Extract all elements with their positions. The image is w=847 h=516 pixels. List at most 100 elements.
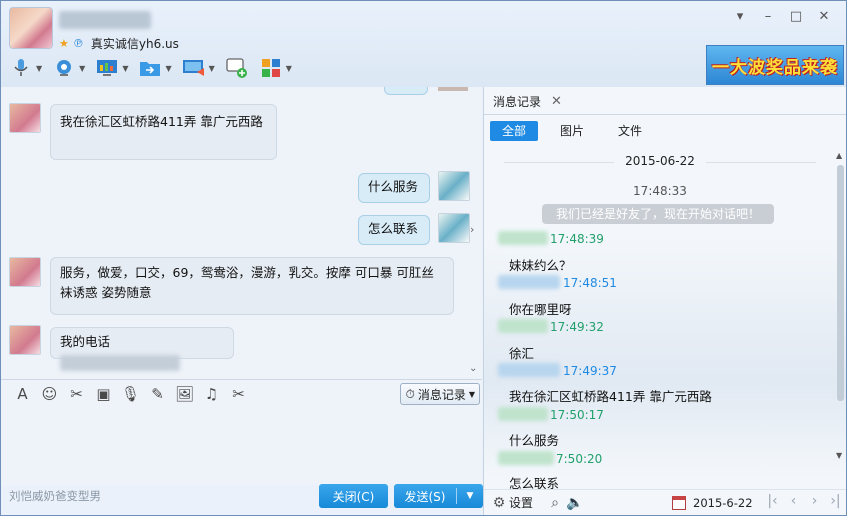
- chat-add-icon: [225, 57, 249, 79]
- chevron-down-icon[interactable]: ▼: [122, 64, 128, 73]
- clock-icon: ⏱: [405, 386, 415, 401]
- message-history-button[interactable]: ⏱ 消息记录 ▼: [400, 383, 480, 405]
- share-screen-button[interactable]: ▼: [182, 55, 215, 81]
- scroll-up-icon[interactable]: ▲: [836, 151, 842, 160]
- chevron-down-icon[interactable]: ▼: [165, 64, 171, 73]
- scroll-down-icon[interactable]: ⌄: [469, 363, 477, 374]
- entry-text: 妹妹约么？: [509, 258, 572, 273]
- entry-time: 17:48:39: [550, 232, 604, 246]
- gear-icon[interactable]: ⚙: [489, 495, 509, 511]
- dropdown-icon[interactable]: ▾: [726, 9, 754, 24]
- message-input[interactable]: [1, 407, 482, 485]
- entry-text: 徐汇: [509, 346, 535, 361]
- voice-call-button[interactable]: ▼: [9, 55, 42, 81]
- previous-avatar-partial: [438, 87, 468, 91]
- contact-info-row: ★ ℗ 真实诚信yh6.us: [59, 35, 179, 52]
- remote-assist-button[interactable]: ▼: [95, 55, 128, 81]
- chevron-down-icon: ▼: [468, 389, 475, 399]
- magic-icon[interactable]: ✂: [63, 385, 90, 403]
- send-button[interactable]: 发送(S) ▼: [394, 484, 483, 508]
- close-window-button[interactable]: ✕: [810, 9, 838, 24]
- sender-name-blurred: [498, 451, 554, 465]
- my-avatar[interactable]: [438, 171, 470, 201]
- message-text: 什么服务: [368, 179, 419, 194]
- emoji-icon[interactable]: ☺: [36, 385, 63, 403]
- input-toolbar: A ☺ ✂ ▣ 🎙 ✎ 🖼 ♫ ✂ ⏱ 消息记录 ▼: [1, 379, 482, 407]
- message-text: 我在徐汇区虹桥路411弄 靠广元西路: [60, 114, 263, 129]
- chevron-down-icon[interactable]: ▼: [79, 64, 85, 73]
- speaker-icon[interactable]: 🔈: [565, 495, 585, 511]
- microphone-icon: [9, 57, 33, 79]
- app-grid-icon: [259, 57, 283, 79]
- my-avatar[interactable]: [438, 213, 470, 243]
- message-area[interactable]: 我在徐汇区虹桥路411弄 靠广元西路 什么服务 怎么联系 › 服务，做爱，口交，…: [1, 87, 482, 379]
- entry-text: 你在哪里呀: [509, 302, 572, 317]
- settings-link[interactable]: 设置: [509, 494, 533, 511]
- prev-page-icon[interactable]: ‹: [783, 493, 804, 509]
- message-bubble-left: 我的电话: [50, 327, 234, 371]
- history-scrollbar[interactable]: ▲ ▼: [835, 151, 845, 463]
- message-bubble-left: 服务，做爱，口交，69，鸳鸯浴，漫游，乳交。按摩 可口暴 可肛丝袜诱惑 姿势随意: [50, 257, 454, 315]
- entry-text: 什么服务: [509, 433, 560, 448]
- send-button-label: 发送(S): [404, 489, 446, 504]
- filter-all[interactable]: 全部: [490, 121, 538, 141]
- doodle-icon[interactable]: ✎: [144, 385, 171, 403]
- font-icon[interactable]: A: [9, 385, 36, 403]
- music-icon[interactable]: ♫: [198, 385, 225, 403]
- system-time: 17:48:33: [633, 184, 687, 198]
- voice-message-icon[interactable]: 🎙: [117, 385, 144, 403]
- message-text: 我的电话: [60, 334, 111, 349]
- first-page-icon[interactable]: |‹: [762, 493, 783, 509]
- history-pager: |‹ ‹ › ›|: [762, 493, 846, 509]
- scroll-down-icon[interactable]: ▼: [836, 451, 842, 460]
- folder-arrow-icon: [138, 57, 162, 79]
- apps-button[interactable]: ▼: [259, 55, 292, 81]
- chevron-down-icon[interactable]: ▼: [286, 64, 292, 73]
- chat-window: ★ ℗ 真实诚信yh6.us ▾ – □ ✕ ▼ ▼ ▼ ▼ ▼ ▼ 一大波奖品…: [0, 0, 847, 516]
- close-icon[interactable]: ✕: [551, 94, 562, 109]
- panel-tabbar: 消息记录 ✕: [484, 87, 846, 115]
- minimize-button[interactable]: –: [754, 9, 782, 24]
- maximize-button[interactable]: □: [782, 9, 810, 24]
- create-discussion-button[interactable]: [225, 55, 249, 81]
- screen-share-icon: [182, 57, 206, 79]
- filter-files[interactable]: 文件: [606, 121, 654, 141]
- send-file-button[interactable]: ▼: [138, 55, 172, 81]
- video-call-button[interactable]: ▼: [52, 55, 85, 81]
- search-icon[interactable]: ⌕: [545, 495, 565, 511]
- message-bubble-left: 我在徐汇区虹桥路411弄 靠广元西路: [50, 104, 277, 160]
- close-button[interactable]: 关闭(C): [319, 484, 388, 508]
- contact-avatar-small[interactable]: [9, 257, 41, 287]
- entry-time: 7:50:20: [556, 452, 603, 466]
- vibrate-icon[interactable]: ▣: [90, 385, 117, 403]
- chevron-right-icon[interactable]: ›: [470, 223, 482, 241]
- contact-avatar-small[interactable]: [9, 103, 41, 133]
- history-panel: 消息记录 ✕ 全部 图片 文件 2015-06-22 17:48:33 我们已经…: [483, 87, 846, 515]
- entry-time: 17:50:17: [550, 408, 604, 422]
- scrollbar-thumb[interactable]: [837, 165, 844, 401]
- promo-banner-text: 一大波奖品来袭: [712, 57, 838, 78]
- contact-avatar-small[interactable]: [9, 325, 41, 355]
- news-ticker[interactable]: 刘恺威奶爸变型男: [9, 488, 101, 504]
- qzone-icon[interactable]: ℗: [73, 37, 84, 50]
- history-date-picker[interactable]: 2015-6-22: [693, 496, 753, 510]
- sender-name-blurred: [498, 275, 560, 289]
- sender-name-blurred: [498, 319, 548, 333]
- image-icon[interactable]: 🖼: [171, 385, 198, 403]
- history-filters: 全部 图片 文件: [490, 121, 664, 141]
- contact-avatar[interactable]: [9, 7, 53, 49]
- last-page-icon[interactable]: ›|: [825, 493, 846, 509]
- system-notice: 我们已经是好友了，现在开始对话吧！: [542, 204, 774, 224]
- previous-bubble-partial: [384, 87, 428, 95]
- next-page-icon[interactable]: ›: [804, 493, 825, 509]
- chevron-down-icon[interactable]: ▼: [209, 64, 215, 73]
- message-text: 怎么联系: [368, 221, 419, 236]
- screenshot-icon[interactable]: ✂: [225, 385, 252, 403]
- message-bubble-right: 怎么联系: [358, 215, 430, 245]
- promo-banner[interactable]: 一大波奖品来袭: [706, 45, 844, 85]
- tab-message-history[interactable]: 消息记录 ✕: [493, 93, 562, 110]
- filter-images[interactable]: 图片: [548, 121, 596, 141]
- chevron-down-icon[interactable]: ▼: [457, 491, 483, 501]
- chevron-down-icon[interactable]: ▼: [36, 64, 42, 73]
- calendar-icon[interactable]: [672, 496, 686, 510]
